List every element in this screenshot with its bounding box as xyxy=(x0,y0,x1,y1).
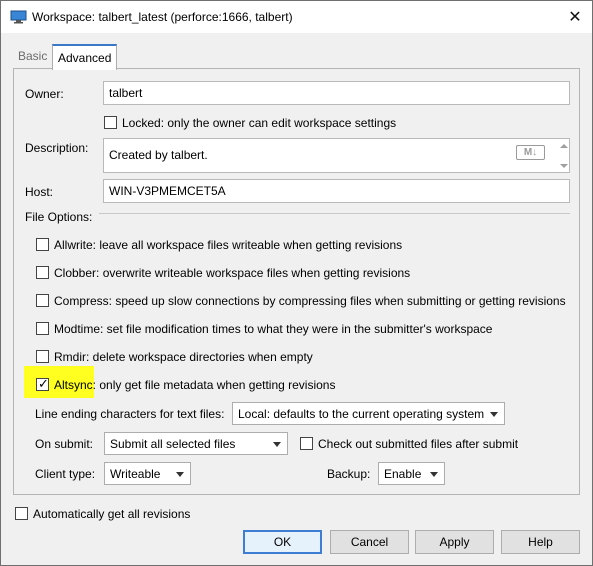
altsync-label: Altsync: only get file metadata when get… xyxy=(54,378,336,392)
client-type-dropdown[interactable]: Writeable xyxy=(104,462,191,485)
rmdir-checkbox[interactable] xyxy=(36,350,49,363)
markdown-icon-text: M↓ xyxy=(523,147,538,158)
file-options-label: File Options: xyxy=(25,210,93,224)
description-field[interactable]: Created by talbert. xyxy=(103,138,570,173)
allwrite-checkbox[interactable] xyxy=(36,238,49,251)
owner-field[interactable]: talbert xyxy=(103,81,570,105)
apply-button[interactable]: Apply xyxy=(415,530,494,554)
chevron-down-icon xyxy=(176,471,184,477)
monitor-icon xyxy=(10,10,27,24)
apply-label: Apply xyxy=(439,535,470,549)
auto-get-checkbox[interactable] xyxy=(15,507,28,520)
close-button[interactable]: ✕ xyxy=(561,5,589,29)
host-value: WIN-V3PMEMCET5A xyxy=(109,184,226,198)
description-label: Description: xyxy=(25,141,89,155)
backup-value: Enable xyxy=(384,466,422,481)
client-type-label: Client type: xyxy=(35,467,96,481)
ok-button[interactable]: OK xyxy=(243,530,322,554)
auto-get-label: Automatically get all revisions xyxy=(33,507,191,521)
scroll-down-icon[interactable] xyxy=(560,164,568,168)
locked-checkbox[interactable] xyxy=(104,116,117,129)
title-bar[interactable]: Workspace: talbert_latest (perforce:1666… xyxy=(1,1,592,33)
compress-checkbox[interactable] xyxy=(36,294,49,307)
allwrite-label: Allwrite: leave all workspace files writ… xyxy=(54,238,403,252)
tab-advanced[interactable]: Advanced xyxy=(52,44,118,70)
clobber-checkbox[interactable] xyxy=(36,266,49,279)
chevron-down-icon xyxy=(430,471,438,477)
close-icon: ✕ xyxy=(568,9,582,26)
cancel-button[interactable]: Cancel xyxy=(330,530,409,554)
advanced-panel xyxy=(13,68,580,495)
compress-label: Compress: speed up slow connections by c… xyxy=(54,294,566,308)
cancel-label: Cancel xyxy=(350,535,389,549)
line-ending-label: Line ending characters for text files: xyxy=(35,407,225,421)
file-options-separator xyxy=(99,213,570,214)
help-button[interactable]: Help xyxy=(501,530,580,554)
modtime-checkbox[interactable] xyxy=(36,322,49,335)
window-title: Workspace: talbert_latest (perforce:1666… xyxy=(32,10,293,24)
backup-label: Backup: xyxy=(327,467,371,481)
tab-advanced-label: Advanced xyxy=(58,51,112,65)
tab-basic-label: Basic xyxy=(18,49,48,63)
owner-label: Owner: xyxy=(25,87,64,101)
on-submit-dropdown[interactable]: Submit all selected files xyxy=(104,432,288,455)
chevron-down-icon xyxy=(490,411,498,417)
description-value: Created by talbert. xyxy=(109,148,208,162)
clobber-label: Clobber: overwrite writeable workspace f… xyxy=(54,266,411,280)
markdown-icon[interactable]: M↓ xyxy=(516,145,545,160)
checkout-after-submit-label: Check out submitted files after submit xyxy=(318,437,519,451)
chevron-down-icon xyxy=(273,441,281,447)
owner-value: talbert xyxy=(109,86,143,100)
client-type-value: Writeable xyxy=(110,466,161,481)
altsync-checkbox[interactable] xyxy=(36,376,49,392)
on-submit-value: Submit all selected files xyxy=(110,436,236,451)
locked-label: Locked: only the owner can edit workspac… xyxy=(122,116,397,130)
line-ending-dropdown[interactable]: Local: defaults to the current operating… xyxy=(232,402,505,425)
host-label: Host: xyxy=(25,185,54,199)
help-label: Help xyxy=(528,535,553,549)
modtime-label: Modtime: set file modification times to … xyxy=(54,322,493,336)
host-field[interactable]: WIN-V3PMEMCET5A xyxy=(103,179,570,203)
backup-dropdown[interactable]: Enable xyxy=(378,462,445,485)
checkout-after-submit-checkbox[interactable] xyxy=(300,437,313,450)
scroll-up-icon[interactable] xyxy=(560,144,568,148)
workspace-dialog: Workspace: talbert_latest (perforce:1666… xyxy=(0,0,593,566)
on-submit-label: On submit: xyxy=(35,437,94,451)
ok-label: OK xyxy=(273,535,292,549)
line-ending-value: Local: defaults to the current operating… xyxy=(238,406,485,421)
rmdir-label: Rmdir: delete workspace directories when… xyxy=(54,350,313,364)
tab-basic[interactable]: Basic xyxy=(14,46,51,67)
